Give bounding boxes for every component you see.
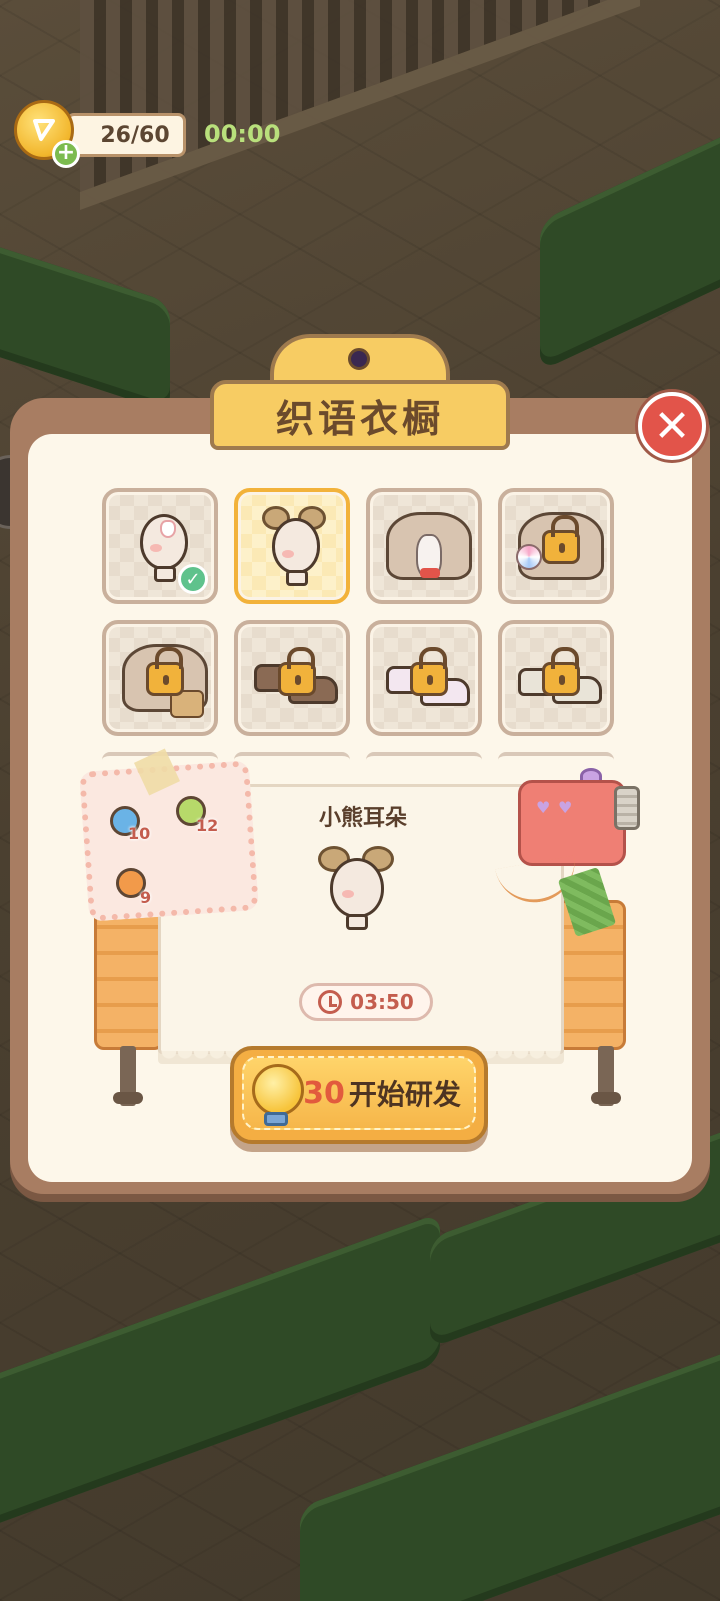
item-slot-bunny-slippers[interactable] bbox=[366, 620, 482, 736]
bench-side-left bbox=[94, 900, 164, 1050]
lock-icon bbox=[542, 647, 580, 696]
machine-body bbox=[518, 780, 626, 866]
basket-cape-icon bbox=[120, 636, 208, 722]
mannequin-neck bbox=[346, 914, 368, 930]
sewing-machine: ♥ ♥ bbox=[518, 768, 646, 868]
tag-hole bbox=[348, 348, 370, 370]
title-tag: 织语衣橱 bbox=[210, 334, 510, 450]
item-slot-peek bbox=[366, 752, 482, 762]
bench-foot bbox=[113, 1092, 143, 1104]
panel-title: 织语衣橱 bbox=[275, 396, 444, 441]
bunny-cape-icon bbox=[384, 504, 472, 590]
item-slot-brown-shoes[interactable] bbox=[234, 620, 350, 736]
bulb-glyph bbox=[33, 119, 55, 141]
close-button[interactable]: ✕ bbox=[638, 392, 706, 460]
bench-foot bbox=[591, 1092, 621, 1104]
item-slot-peek bbox=[234, 752, 350, 762]
lollipop bbox=[516, 544, 542, 570]
item-slot-bunny-hairpin[interactable]: ✓ bbox=[102, 488, 218, 604]
bulb-base bbox=[264, 1112, 288, 1126]
craft-time-value: 03:50 bbox=[350, 990, 414, 1014]
lightbulb-icon bbox=[252, 1064, 304, 1116]
start-research-button[interactable]: 30 开始研发 bbox=[230, 1046, 488, 1144]
mannequin-head bbox=[272, 518, 320, 574]
add-energy-button[interactable]: + bbox=[52, 140, 80, 168]
bunny-clip bbox=[160, 520, 176, 538]
item-slot-candy-cape[interactable] bbox=[498, 488, 614, 604]
start-cost: 30 bbox=[303, 1075, 345, 1111]
craft-time: 03:50 bbox=[299, 983, 433, 1021]
energy-timer: 00:00 bbox=[204, 120, 281, 148]
mannequin-neck bbox=[154, 566, 176, 582]
heart-icon: ♥ bbox=[536, 798, 551, 817]
machine-arm bbox=[614, 786, 640, 830]
tag-body: 织语衣橱 bbox=[210, 380, 510, 450]
blush bbox=[150, 544, 162, 552]
blush bbox=[342, 890, 354, 898]
bear-ears-icon bbox=[252, 504, 332, 590]
clock-icon bbox=[318, 990, 343, 1014]
bunny-slippers-icon bbox=[384, 636, 470, 722]
lock-icon bbox=[146, 647, 184, 696]
item-slot-bunny-cape[interactable] bbox=[366, 488, 482, 604]
preview-item-name: 小熊耳朵 bbox=[318, 806, 407, 831]
energy-counter: 26/60 bbox=[66, 113, 186, 157]
bow bbox=[420, 568, 440, 578]
lock-icon bbox=[410, 647, 448, 696]
yarn-count: 10 bbox=[128, 824, 151, 843]
heart-icon: ♥ bbox=[558, 798, 573, 817]
blush bbox=[282, 550, 294, 558]
scissors-count: 12 bbox=[196, 816, 219, 835]
buttons-count: 9 bbox=[140, 888, 152, 907]
lock-icon bbox=[542, 515, 580, 564]
owned-check-icon: ✓ bbox=[178, 564, 208, 594]
lock-icon bbox=[278, 647, 316, 696]
close-icon: ✕ bbox=[653, 400, 691, 452]
bear-ears-preview-icon bbox=[318, 842, 408, 938]
candy-cape-icon bbox=[516, 504, 604, 590]
item-slot-peek bbox=[498, 752, 614, 762]
brown-shoes-icon bbox=[252, 636, 338, 722]
mannequin-neck bbox=[286, 570, 308, 586]
item-slot-bear-ears[interactable] bbox=[234, 488, 350, 604]
item-slot-flower-shoes[interactable] bbox=[498, 620, 614, 736]
start-label: 开始研发 bbox=[348, 1078, 461, 1111]
flower-shoes-icon bbox=[516, 636, 602, 722]
item-slot-basket-cape[interactable] bbox=[102, 620, 218, 736]
mannequin-head bbox=[330, 858, 384, 918]
